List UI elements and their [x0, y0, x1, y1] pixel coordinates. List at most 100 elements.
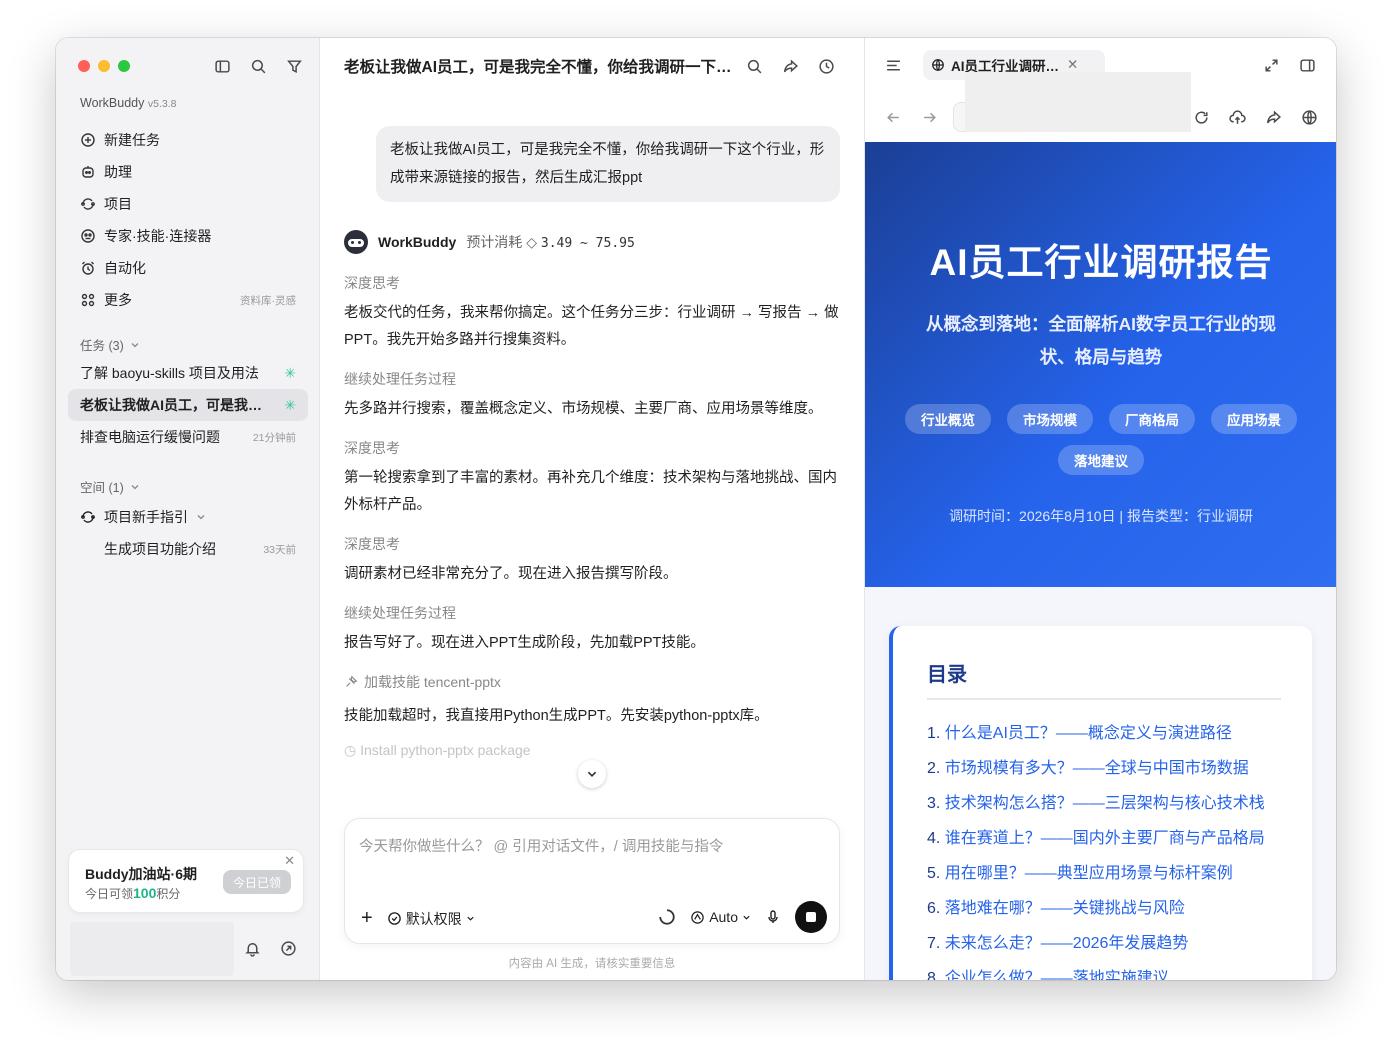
sidebar-bottom-tools [242, 938, 298, 958]
globe-icon[interactable] [1299, 107, 1319, 127]
space-item[interactable]: 项目新手指引 [68, 501, 308, 533]
message-composer[interactable]: 今天帮你做些什么？ @ 引用对话文件，/ 调用技能与指令 + 默认权限 Auto [344, 818, 840, 944]
toc-number: 6. [927, 900, 941, 917]
brand: WorkBuddy v5.3.8 [80, 96, 176, 110]
composer-input[interactable]: 今天帮你做些什么？ @ 引用对话文件，/ 调用技能与指令 [359, 835, 723, 856]
sidebar-item-project[interactable]: 项目 [68, 188, 308, 220]
sidebar-item-label: 专家·技能·连接器 [104, 228, 212, 244]
reload-icon[interactable] [1191, 107, 1211, 127]
toc-text: 谁在赛道上？——国内外主要厂商与产品格局 [944, 830, 1265, 847]
toc-link[interactable]: 4. 谁在赛道上？——国内外主要厂商与产品格局 [927, 821, 1265, 856]
agent-header: WorkBuddy 预计消耗 ◇ 3.49 ~ 75.95 [344, 230, 635, 254]
topic-chip[interactable]: 行业概览 [905, 404, 991, 434]
model-dropdown[interactable]: Auto [690, 909, 751, 925]
topic-chip[interactable]: 应用场景 [1211, 404, 1297, 434]
process-toggle[interactable]: 继续处理任务过程 [344, 366, 844, 392]
tool-step-text: Install python-pptx package [360, 742, 531, 758]
chat-title: 老板让我做AI员工，可是我完全不懂，你给我调研一下这个行业 [344, 59, 734, 76]
toc-link[interactable]: 6. 落地难在哪？——关键挑战与风险 [927, 891, 1265, 926]
cost-value: 3.49 ~ 75.95 [540, 236, 635, 251]
spaces-section-title[interactable]: 空间 (1) [80, 477, 140, 496]
toc-link[interactable]: 1. 什么是AI员工？——概念定义与演进路径 [927, 716, 1265, 751]
task-item[interactable]: 排查电脑运行缓慢问题 21分钟前 [68, 421, 308, 453]
permission-dropdown[interactable]: 默认权限 [387, 909, 475, 929]
toc-number: 7. [927, 935, 941, 952]
stop-button[interactable] [795, 901, 827, 933]
sidebar-item-more[interactable]: 更多 资料库·灵感 [68, 284, 308, 316]
chevron-down-icon [131, 342, 139, 347]
sidebar-item-assistant[interactable]: 助理 [68, 156, 308, 188]
toc-text: 企业怎么做？——落地实施建议 [944, 970, 1169, 980]
browser-panel: AI员工行业调研报告 ✕ AI员工行业调研报告 从概念到落地：全面解析AI数字员… [864, 38, 1336, 980]
sidebar-item-new-task[interactable]: 新建任务 [68, 124, 308, 156]
menu-icon[interactable] [883, 55, 903, 75]
toc-link[interactable]: 3. 技术架构怎么搭？——三层架构与核心技术栈 [927, 786, 1265, 821]
sidebar-item-label: 更多 [104, 292, 132, 308]
promo-title: Buddy加油站·6期 [85, 866, 197, 882]
toc-number: 1. [927, 725, 941, 742]
model-icon [691, 910, 704, 924]
ai-disclaimer: 内容由 AI 生成，请核实重要信息 [508, 958, 676, 970]
topic-chip[interactable]: 厂商格局 [1109, 404, 1195, 434]
toc-list: 1. 什么是AI员工？——概念定义与演进路径 2. 市场规模有多大？——全球与中… [927, 716, 1265, 980]
project-icon [81, 198, 95, 210]
search-icon[interactable] [744, 56, 764, 76]
microphone-icon[interactable] [765, 909, 781, 925]
minimize-window-button[interactable] [98, 60, 110, 72]
skill-step[interactable]: 加载技能 tencent-pptx [344, 669, 844, 695]
sidebar-item-expert[interactable]: 专家·技能·连接器 [68, 220, 308, 252]
tasks-section-title[interactable]: 任务 (3) [80, 335, 140, 354]
expand-icon[interactable] [1261, 55, 1281, 75]
task-item-active[interactable]: 老板让我做AI员工，可是我完全不懂，你给我调研一下这个行业 ✳ [68, 389, 308, 421]
close-window-button[interactable] [78, 60, 90, 72]
link-icon[interactable] [278, 938, 298, 958]
tool-step[interactable]: ◷ Install python-pptx package [344, 742, 844, 762]
alarm-clock-icon [82, 261, 94, 275]
filter-icon[interactable] [284, 56, 304, 76]
toc-link[interactable]: 5. 用在哪里？——典型应用场景与标杆案例 [927, 856, 1265, 891]
maximize-window-button[interactable] [118, 60, 130, 72]
agent-cost: 预计消耗 ◇ 3.49 ~ 75.95 [466, 232, 634, 252]
claim-button[interactable]: 今日已领 [222, 870, 291, 894]
forward-arrow-icon[interactable] [919, 107, 939, 127]
toc-number: 4. [927, 830, 941, 847]
back-arrow-icon[interactable] [883, 107, 903, 127]
scroll-down-button[interactable] [578, 760, 606, 788]
sidebar-toggle-icon[interactable] [212, 56, 232, 76]
share-icon[interactable] [1263, 107, 1283, 127]
upload-icon[interactable] [1227, 107, 1247, 127]
search-icon[interactable] [248, 56, 268, 76]
topic-chip[interactable]: 市场规模 [1007, 404, 1093, 434]
history-icon[interactable] [816, 56, 836, 76]
thinking-toggle[interactable]: 深度思考 [344, 531, 844, 557]
toc-link[interactable]: 8. 企业怎么做？——落地实施建议 [927, 961, 1265, 980]
space-child-item[interactable]: 生成项目功能介绍 33天前 [68, 533, 308, 565]
topic-chip[interactable]: 落地建议 [1058, 445, 1144, 475]
toc-link[interactable]: 7. 未来怎么走？——2026年发展趋势 [927, 926, 1265, 961]
toc-divider [927, 698, 1281, 700]
share-icon[interactable] [780, 56, 800, 76]
task-item[interactable]: 了解 baoyu-skills 项目及用法 ✳ [68, 357, 308, 389]
close-tab-icon[interactable]: ✕ [1067, 57, 1078, 73]
chevron-down-icon [131, 484, 139, 489]
sidebar-item-label: 自动化 [104, 260, 146, 276]
table-of-contents: 目录 1. 什么是AI员工？——概念定义与演进路径 2. 市场规模有多大？——全… [889, 626, 1312, 980]
web-page: AI员工行业调研报告 从概念到落地：全面解析AI数字员工行业的现状、格局与趋势 … [865, 142, 1336, 980]
thinking-toggle[interactable]: 深度思考 [344, 435, 844, 461]
promo-card[interactable]: Buddy加油站·6期 今日可领100积分 今日已领 ✕ [68, 849, 304, 913]
thinking-toggle[interactable]: 深度思考 [344, 270, 844, 296]
chat-toolbar [744, 56, 836, 76]
sidebar-item-automation[interactable]: 自动化 [68, 252, 308, 284]
toc-number: 2. [927, 760, 941, 777]
space-list: 项目新手指引 生成项目功能介绍 33天前 [68, 501, 308, 565]
toc-link[interactable]: 2. 市场规模有多大？——全球与中国市场数据 [927, 751, 1265, 786]
close-icon[interactable]: ✕ [284, 853, 295, 869]
add-icon[interactable]: + [361, 907, 373, 930]
process-toggle[interactable]: 继续处理任务过程 [344, 600, 844, 626]
user-profile-area[interactable] [70, 922, 234, 976]
sidebar-item-hint: 资料库·灵感 [240, 294, 296, 307]
panel-toggle-icon[interactable] [1297, 55, 1317, 75]
project-icon [81, 511, 95, 523]
bell-icon[interactable] [242, 938, 262, 958]
redacted-overlay [965, 72, 1191, 132]
